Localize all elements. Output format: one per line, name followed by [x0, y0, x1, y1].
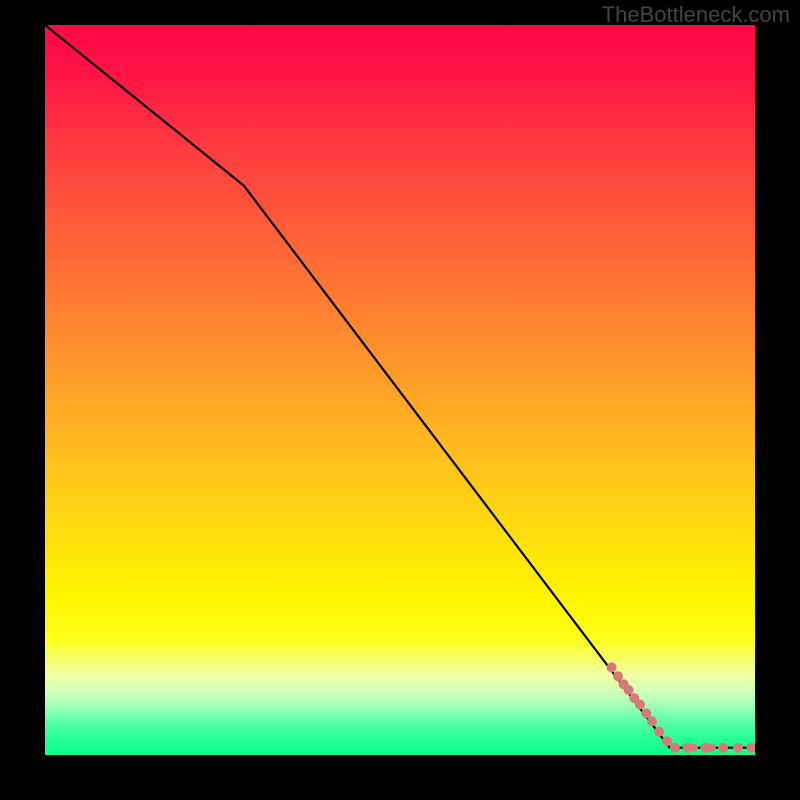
chart-overlay [45, 25, 755, 755]
data-point [733, 743, 743, 753]
data-point [624, 685, 634, 695]
data-point [670, 743, 680, 753]
watermark-text: TheBottleneck.com [602, 2, 790, 28]
data-point [654, 727, 664, 737]
data-point [747, 743, 756, 753]
data-point [718, 743, 728, 753]
bottleneck-points [607, 662, 755, 752]
curve-path [45, 25, 755, 748]
bottleneck-curve [45, 25, 755, 748]
data-point [647, 716, 657, 726]
data-point [635, 700, 645, 710]
plot-area [45, 25, 755, 755]
data-point [607, 662, 617, 672]
data-point [708, 744, 716, 752]
data-point [690, 744, 698, 752]
data-point [662, 736, 672, 746]
